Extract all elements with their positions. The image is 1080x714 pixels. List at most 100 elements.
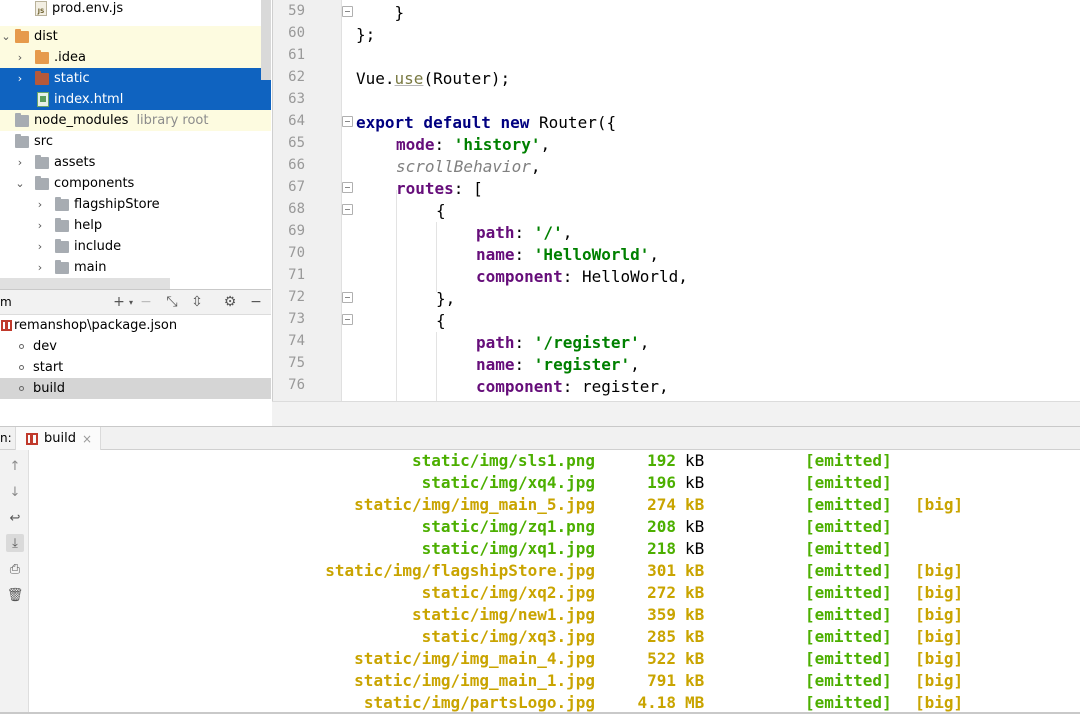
console-size-unit: kB	[685, 495, 705, 514]
tree-item-components[interactable]: ⌄ components	[0, 173, 271, 194]
hide-panel-icon[interactable]: −	[247, 293, 265, 311]
fold-marker-icon[interactable]	[342, 6, 353, 17]
run-panel-prefix: n:	[0, 431, 12, 445]
gear-icon[interactable]: ⚙	[221, 293, 239, 311]
line-number: 64	[288, 113, 305, 129]
script-bullet-icon	[19, 365, 24, 370]
console-file-size: 196	[647, 473, 676, 492]
tree-item-label: src	[34, 134, 53, 149]
folder-icon	[55, 217, 69, 232]
line-number: 68	[288, 201, 305, 217]
console-size-unit: kB	[685, 517, 705, 536]
soft-wrap-icon[interactable]: ↩	[6, 509, 24, 527]
console-status-big: [big]	[915, 583, 964, 602]
chevron-down-icon[interactable]: ⌄	[14, 173, 26, 194]
code-line-76: component: register,	[476, 377, 669, 396]
chevron-right-icon[interactable]: ›	[34, 257, 46, 278]
folder-icon	[55, 238, 69, 253]
tree-item-label: node_modules	[34, 113, 129, 128]
npm-script-start[interactable]: start	[0, 357, 271, 378]
npm-script-build[interactable]: build	[0, 378, 271, 399]
folder-icon	[55, 196, 69, 211]
trash-icon[interactable]: 🗑	[6, 586, 24, 604]
project-tree: JS prod.env.js ⌄ dist › .idea › static i…	[0, 0, 271, 289]
tree-item-help[interactable]: › help	[0, 215, 271, 236]
tree-item-assets[interactable]: › assets	[0, 152, 271, 173]
console-status-big: [big]	[915, 561, 964, 580]
code-line-65: mode: 'history',	[396, 135, 551, 154]
line-number: 59	[288, 3, 305, 19]
tree-item-idea[interactable]: › .idea	[0, 47, 271, 68]
fold-marker-icon[interactable]	[342, 182, 353, 193]
chevron-right-icon[interactable]: ›	[34, 215, 46, 236]
collapse-all-icon[interactable]: ⇳	[188, 293, 206, 311]
console-status-big: [big]	[915, 649, 964, 668]
tree-item-main[interactable]: › main	[0, 257, 271, 278]
tree-item-label: assets	[54, 155, 96, 170]
vertical-scrollbar[interactable]	[261, 0, 271, 80]
tree-item-index-html[interactable]: index.html	[0, 89, 271, 110]
fold-marker-icon[interactable]	[342, 204, 353, 215]
scroll-to-end-icon[interactable]: ⤓	[6, 534, 24, 552]
code-line-72: },	[436, 289, 456, 308]
navigate-icon[interactable]: ⤡	[163, 293, 181, 311]
tree-item-flagshipstore[interactable]: › flagshipStore	[0, 194, 271, 215]
chevron-right-icon[interactable]: ›	[34, 236, 46, 257]
chevron-right-icon[interactable]: ›	[14, 68, 26, 89]
fold-marker-icon[interactable]	[342, 116, 353, 127]
folder-icon	[15, 112, 29, 127]
line-number: 62	[288, 69, 305, 85]
line-number: 71	[288, 267, 305, 283]
tree-item-include[interactable]: › include	[0, 236, 271, 257]
chevron-right-icon[interactable]: ›	[14, 152, 26, 173]
tree-item-label: main	[74, 260, 107, 275]
up-arrow-icon[interactable]: ↑	[6, 457, 24, 475]
line-number: 65	[288, 135, 305, 151]
print-icon[interactable]: ⎙	[6, 560, 24, 578]
folder-icon	[15, 28, 29, 43]
line-number: 74	[288, 333, 305, 349]
npm-panel-title: m	[0, 295, 12, 309]
code-editor[interactable]: 59 60 61 62 63 64 65 66 67 68 69 70 71 7…	[272, 0, 1080, 401]
script-label: build	[33, 381, 65, 396]
code-line-68: {	[436, 201, 446, 220]
console-file-name: static/img/xq3.jpg	[421, 627, 595, 646]
code-line-62: Vue.use(Router);	[356, 69, 511, 88]
tab-build[interactable]: build ×	[15, 427, 102, 450]
chevron-down-icon[interactable]: ⌄	[0, 26, 12, 47]
npm-script-dev[interactable]: dev	[0, 336, 271, 357]
indent-guide	[436, 222, 437, 292]
code-line-73: {	[436, 311, 446, 330]
script-label: start	[33, 360, 64, 375]
tree-item-src[interactable]: src	[0, 131, 271, 152]
tree-item-label: components	[54, 176, 135, 191]
console-size-unit: kB	[685, 605, 705, 624]
remove-icon[interactable]: −	[137, 293, 155, 311]
code-line-64: export default new Router({	[356, 113, 617, 132]
fold-marker-icon[interactable]	[342, 314, 353, 325]
tree-item-static[interactable]: › static	[0, 68, 271, 89]
chevron-right-icon[interactable]: ›	[14, 47, 26, 68]
console-file-name: static/img/xq4.jpg	[421, 473, 595, 492]
tree-item-label: help	[74, 218, 103, 233]
line-number: 61	[288, 47, 305, 63]
code-line-71: component: HelloWorld,	[476, 267, 688, 286]
console-file-size: 274	[647, 495, 676, 514]
run-tool-window-header: n: build ×	[0, 426, 1080, 450]
tree-item-dist[interactable]: ⌄ dist	[0, 26, 271, 47]
console-size-unit: kB	[685, 451, 705, 470]
library-root-hint: library root	[136, 113, 209, 128]
console-output[interactable]: static/img/sls1.png 192 kB [emitted] static/…	[30, 450, 1080, 714]
down-arrow-icon[interactable]: ↓	[6, 483, 24, 501]
console-file-name: static/img/zq1.png	[421, 517, 595, 536]
tree-item-node-modules[interactable]: node_modules library root	[0, 110, 271, 131]
close-icon[interactable]: ×	[82, 432, 92, 446]
indent-guide	[396, 190, 397, 401]
fold-marker-icon[interactable]	[342, 292, 353, 303]
console-status-emitted: [emitted]	[805, 495, 892, 514]
console-status-emitted: [emitted]	[805, 451, 892, 470]
horizontal-scrollbar[interactable]	[0, 278, 170, 289]
package-json-node[interactable]: remanshop\package.json	[0, 315, 271, 336]
chevron-right-icon[interactable]: ›	[34, 194, 46, 215]
tree-item-prod-env-js[interactable]: JS prod.env.js	[0, 0, 271, 19]
